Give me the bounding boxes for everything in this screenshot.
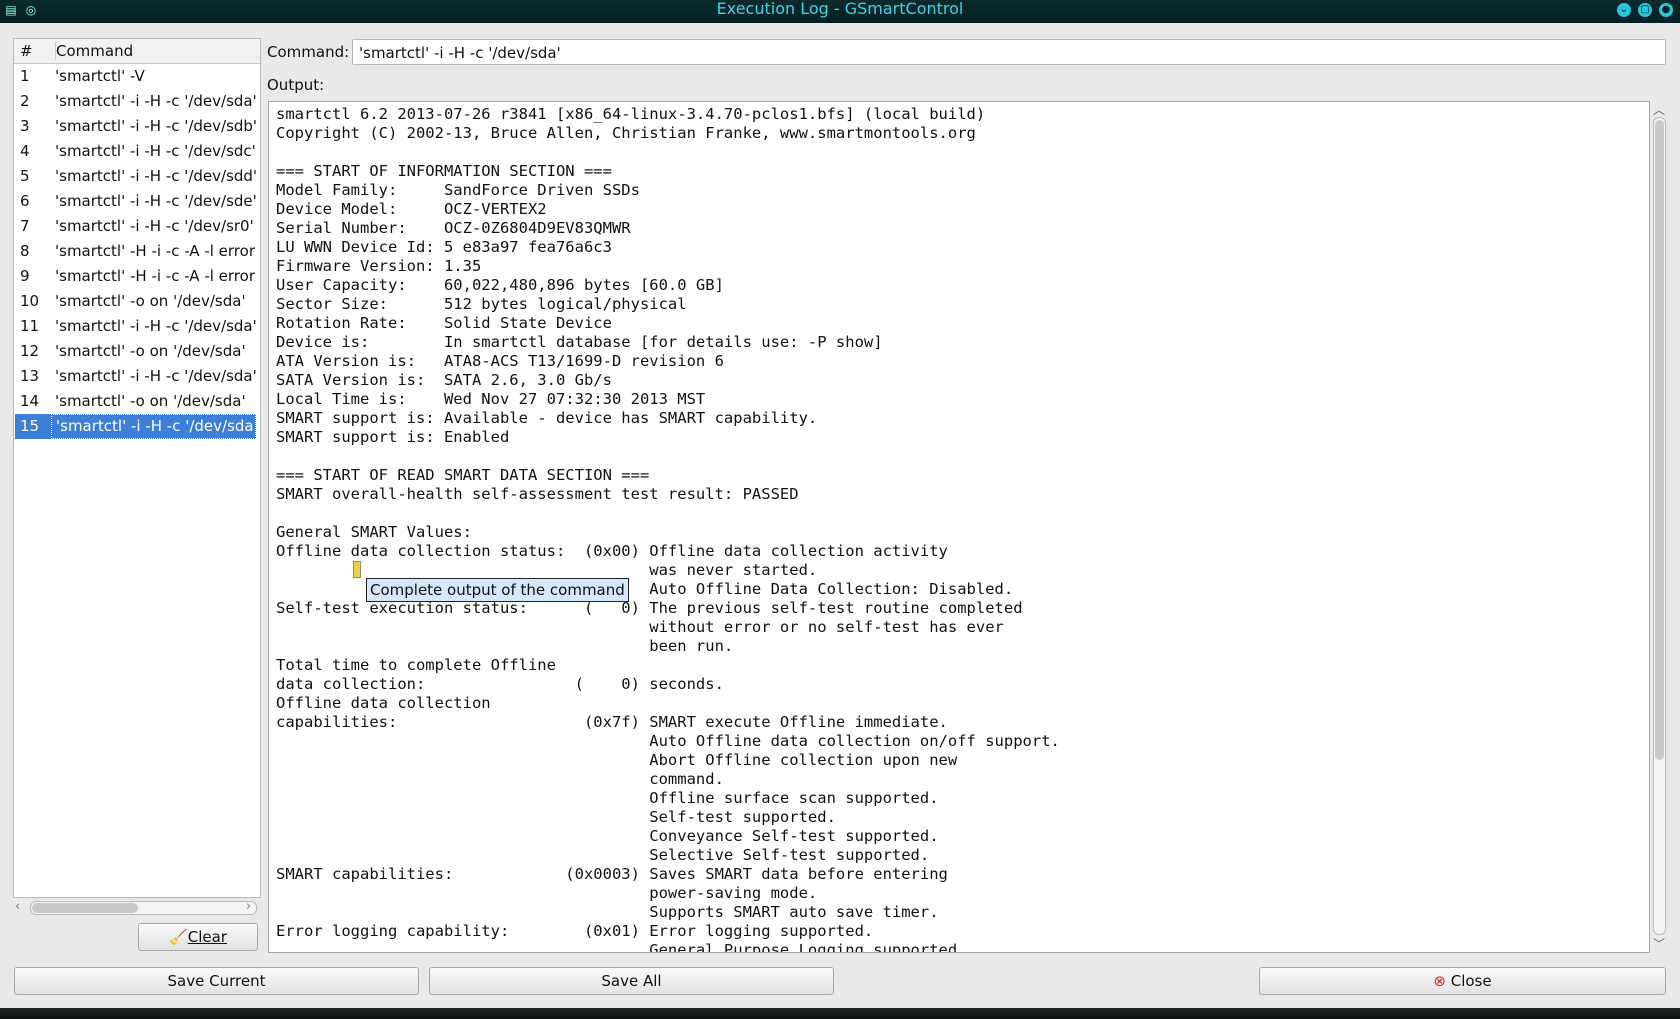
command-list[interactable]: # Command 1 'smartctl' -V 2 'smartctl' -i -… xyxy=(13,38,261,898)
list-item-command: 'smartctl' -o on '/dev/sda' xyxy=(55,342,246,360)
list-item[interactable]: 7 'smartctl' -i -H -c '/dev/sr0' xyxy=(14,214,260,239)
output-vertical-scrollbar[interactable]: ︿ ﹀ xyxy=(1651,101,1667,951)
list-item-command: 'smartctl' -i -H -c '/dev/sda' xyxy=(55,317,257,335)
list-item-number: 12 xyxy=(20,342,40,360)
scroll-right-icon[interactable]: › xyxy=(246,899,251,914)
list-horizontal-scrollbar[interactable]: ‹ › xyxy=(13,898,259,916)
list-item[interactable]: 9 'smartctl' -H -i -c -A -l error - xyxy=(14,264,260,289)
clear-label: Clear xyxy=(187,928,227,946)
list-item-number: 6 xyxy=(20,192,30,210)
window-titlebar[interactable]: ▤ ◎ Execution Log - GSmartControl ⌄ ▢ ● xyxy=(0,0,1680,23)
vscroll-track[interactable] xyxy=(1653,117,1666,935)
close-icon: ⊗ xyxy=(1433,972,1446,990)
minimize-icon[interactable]: ⌄ xyxy=(1617,3,1631,17)
vscroll-thumb[interactable] xyxy=(1655,120,1664,760)
list-item-command: 'smartctl' -i -H -c '/dev/sde' xyxy=(55,192,257,210)
list-item-number: 4 xyxy=(20,142,30,160)
list-item-command: 'smartctl' -i -H -c '/dev/sda' xyxy=(55,92,257,110)
list-item-command: 'smartctl' -i -H -c '/dev/sdb' xyxy=(55,117,258,135)
list-item-number: 14 xyxy=(20,392,40,410)
list-item-number: 3 xyxy=(20,117,30,135)
scroll-track[interactable] xyxy=(30,901,257,915)
list-item-number: 8 xyxy=(20,242,30,260)
command-rows: 1 'smartctl' -V 2 'smartctl' -i -H -c '/dev… xyxy=(14,64,260,439)
command-label: Command: xyxy=(267,43,350,61)
list-item[interactable]: 8 'smartctl' -H -i -c -A -l error - xyxy=(14,239,260,264)
scroll-left-icon[interactable]: ‹ xyxy=(15,899,20,914)
list-item[interactable]: 6 'smartctl' -i -H -c '/dev/sde' xyxy=(14,189,260,214)
list-item-command: 'smartctl' -i -H -c '/dev/sda' xyxy=(55,367,257,385)
list-item-number: 10 xyxy=(20,292,40,310)
save-current-button[interactable]: Save Current xyxy=(14,967,419,995)
list-item-command: 'smartctl' -i -H -c '/dev/sdc' xyxy=(55,142,256,160)
list-item-command: 'smartctl' -i -H -c '/dev/sr0' xyxy=(55,217,254,235)
clear-button[interactable]: 🧹Clear xyxy=(138,923,258,951)
list-item-command: 'smartctl' -H -i -c -A -l error - xyxy=(55,267,260,285)
maximize-icon[interactable]: ▢ xyxy=(1638,3,1652,17)
list-item-number: 9 xyxy=(20,267,30,285)
command-field[interactable]: 'smartctl' -i -H -c '/dev/sda' xyxy=(352,39,1666,65)
list-item-number: 2 xyxy=(20,92,30,110)
scroll-down-icon[interactable]: ﹀ xyxy=(1653,935,1665,952)
list-item-command: 'smartctl' -o on '/dev/sda' xyxy=(55,392,246,410)
scroll-thumb[interactable] xyxy=(32,903,138,913)
output-tooltip: Complete output of the command xyxy=(366,578,629,602)
save-all-button[interactable]: Save All xyxy=(429,967,834,995)
list-item-number: 11 xyxy=(20,317,40,335)
list-item[interactable]: 11 'smartctl' -i -H -c '/dev/sda' xyxy=(14,314,260,339)
list-item[interactable]: 3 'smartctl' -i -H -c '/dev/sdb' xyxy=(14,114,260,139)
scroll-up-icon[interactable]: ︿ xyxy=(1653,101,1665,118)
list-item[interactable]: 13 'smartctl' -i -H -c '/dev/sda' xyxy=(14,364,260,389)
close-button[interactable]: ⊗ Close xyxy=(1259,967,1666,995)
list-item-command: 'smartctl' -i -H -c '/dev/sdd' xyxy=(55,167,258,185)
broom-icon: 🧹 xyxy=(169,928,188,946)
list-item-command: 'smartctl' -i -H -c '/dev/sda' xyxy=(51,414,256,439)
list-item-command: 'smartctl' -o on '/dev/sda' xyxy=(55,292,246,310)
close-window-icon[interactable]: ● xyxy=(1659,3,1673,17)
list-item[interactable]: 15'smartctl' -i -H -c '/dev/sda' xyxy=(14,414,260,439)
save-all-label: Save All xyxy=(601,972,662,990)
output-textview[interactable]: smartctl 6.2 2013-07-26 r3841 [x86_64-li… xyxy=(268,101,1650,953)
list-item-number: 7 xyxy=(20,217,30,235)
list-item-number: 1 xyxy=(20,67,30,85)
list-item-command: 'smartctl' -V xyxy=(55,67,145,85)
text-cursor-icon xyxy=(353,561,361,578)
list-item[interactable]: 4 'smartctl' -i -H -c '/dev/sdc' xyxy=(14,139,260,164)
list-item-command: 'smartctl' -H -i -c -A -l error - xyxy=(55,242,260,260)
list-item[interactable]: 1 'smartctl' -V xyxy=(14,64,260,89)
output-label: Output: xyxy=(267,76,325,94)
column-header-command[interactable]: Command xyxy=(55,42,133,60)
desktop-taskbar xyxy=(0,1008,1680,1019)
save-current-label: Save Current xyxy=(167,972,266,990)
list-item[interactable]: 5 'smartctl' -i -H -c '/dev/sdd' xyxy=(14,164,260,189)
list-item-number: 15 xyxy=(15,414,52,439)
list-item[interactable]: 12 'smartctl' -o on '/dev/sda' xyxy=(14,339,260,364)
list-item[interactable]: 2 'smartctl' -i -H -c '/dev/sda' xyxy=(14,89,260,114)
list-item[interactable]: 14 'smartctl' -o on '/dev/sda' xyxy=(14,389,260,414)
close-label: Close xyxy=(1450,972,1492,990)
list-item[interactable]: 10 'smartctl' -o on '/dev/sda' xyxy=(14,289,260,314)
window-title: Execution Log - GSmartControl xyxy=(716,0,964,18)
list-header: # Command xyxy=(14,39,260,64)
list-item-number: 13 xyxy=(20,367,40,385)
output-text[interactable]: smartctl 6.2 2013-07-26 r3841 [x86_64-li… xyxy=(269,102,1649,952)
list-item-number: 5 xyxy=(20,167,30,185)
column-header-number[interactable]: # xyxy=(20,42,33,60)
